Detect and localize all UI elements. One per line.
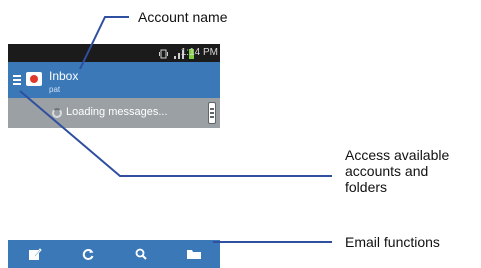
email-functions-callout: Email functions (345, 234, 440, 250)
account-name-callout: Account name (138, 9, 228, 25)
access-accounts-callout-line (19, 90, 332, 177)
callout-line-3: folders (345, 179, 388, 195)
account-name-callout-line (79, 16, 129, 70)
callout-line-1: Access available (345, 147, 450, 163)
callout-line-2: accounts and (345, 163, 429, 179)
access-accounts-callout: Access available accounts and folders (345, 147, 475, 195)
callout-lines (19, 16, 332, 243)
